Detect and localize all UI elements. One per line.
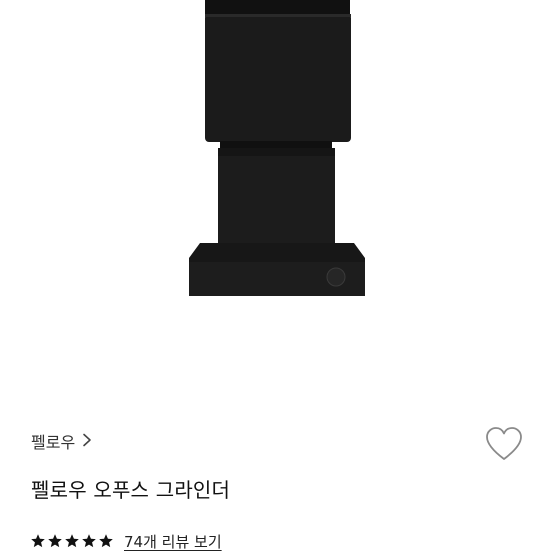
brand-link[interactable]: 펠로우 — [31, 428, 93, 454]
star-filled-icon — [99, 534, 113, 548]
wishlist-button[interactable] — [484, 426, 524, 462]
star-filled-icon — [65, 534, 79, 548]
brand-name: 펠로우 — [31, 433, 76, 452]
star-filled-icon — [48, 534, 62, 548]
product-title: 펠로우 오푸스 그라인더 — [31, 478, 231, 502]
rating-row: 74개 리뷰 보기 — [30, 530, 222, 552]
star-rating — [30, 533, 114, 549]
product-image — [0, 0, 554, 390]
chevron-right-icon — [81, 432, 93, 451]
star-filled-icon — [82, 534, 96, 548]
star-filled-icon — [31, 534, 45, 548]
review-link[interactable]: 74개 리뷰 보기 — [124, 531, 222, 552]
heart-outline-icon — [486, 427, 522, 460]
